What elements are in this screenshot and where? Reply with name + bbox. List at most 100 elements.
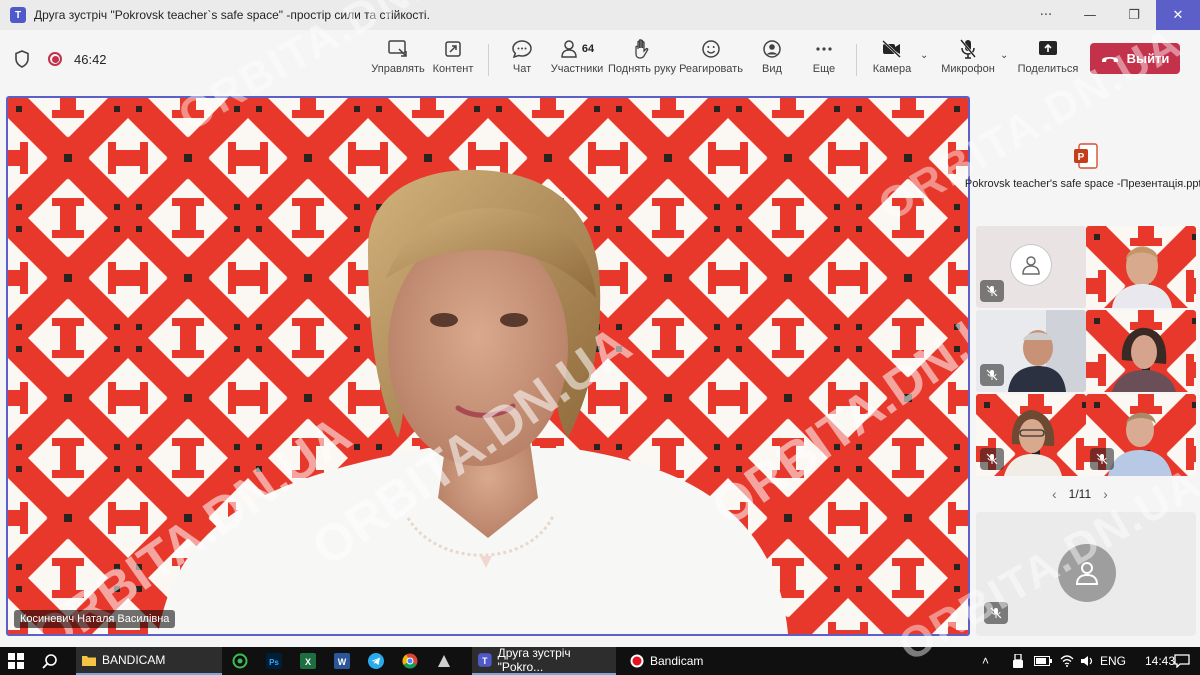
windows-logo-icon xyxy=(8,653,24,669)
view-button[interactable]: Вид xyxy=(758,38,786,82)
bandicam-record-icon xyxy=(630,654,644,668)
shared-content-card[interactable]: P Pokrovsk teacher's safe space -Презент… xyxy=(965,96,1200,222)
manage-button[interactable]: Управлять xyxy=(371,38,425,82)
chat-button[interactable]: Чат xyxy=(506,38,538,82)
teams-logo-icon: T xyxy=(10,7,26,23)
input-language-indicator[interactable]: ENG xyxy=(1100,647,1126,675)
battery-icon[interactable] xyxy=(1034,647,1052,675)
notifications-icon[interactable] xyxy=(1174,647,1190,675)
volume-icon[interactable] xyxy=(1080,647,1094,675)
pager-prev-button[interactable]: ‹ xyxy=(1052,486,1057,502)
taskbar-search-button[interactable] xyxy=(42,647,58,675)
taskbar-app-telegram[interactable] xyxy=(362,647,390,675)
participant-tile[interactable] xyxy=(1086,310,1196,392)
microphone-button[interactable]: Микрофон xyxy=(940,38,996,82)
window-close-button[interactable]: ✕ xyxy=(1156,0,1200,30)
start-button[interactable] xyxy=(8,647,24,675)
taskbar-app-photoshop[interactable]: Ps xyxy=(260,647,288,675)
taskbar-clock[interactable]: 14:43 xyxy=(1145,647,1175,675)
chat-label: Чат xyxy=(512,63,532,75)
participants-count: 64 xyxy=(581,43,595,55)
taskbar-item-label: BANDICAM xyxy=(102,653,166,667)
taskbar-app-chrome-canary[interactable] xyxy=(226,647,254,675)
taskbar-bandicam-app[interactable]: Bandicam xyxy=(624,647,734,675)
main-speaker-video[interactable]: ORBITA.DN.UA ORBITA.DN.UA ORBITA.DN.UA К… xyxy=(6,96,970,636)
word-icon: W xyxy=(334,653,350,669)
svg-text:W: W xyxy=(338,657,347,667)
content-share-icon xyxy=(445,41,461,57)
toolbar-divider xyxy=(856,44,857,76)
telegram-icon xyxy=(368,653,384,669)
search-icon xyxy=(42,654,57,669)
window-minimize-button[interactable]: — xyxy=(1068,0,1112,30)
participant-tile[interactable] xyxy=(1086,394,1196,476)
phone-hangup-icon xyxy=(1101,56,1118,62)
mic-muted-icon xyxy=(984,602,1008,624)
participant-tile[interactable] xyxy=(976,394,1086,476)
participant-tile[interactable] xyxy=(1086,226,1196,308)
taskbar-app-generic[interactable] xyxy=(430,647,458,675)
taskbar-app-chrome[interactable] xyxy=(396,647,424,675)
share-button[interactable]: Поделиться xyxy=(1018,38,1078,82)
green-circle-app-icon xyxy=(232,653,248,669)
app-icon xyxy=(438,655,450,667)
participant-tile[interactable] xyxy=(976,226,1086,308)
svg-text:X: X xyxy=(305,657,311,667)
taskbar-app-word[interactable]: W xyxy=(328,647,356,675)
chat-icon xyxy=(512,40,532,59)
microphone-label: Микрофон xyxy=(941,63,995,75)
window-controls: ··· — ❐ ✕ xyxy=(1024,0,1200,30)
excel-icon: X xyxy=(300,653,316,669)
react-button[interactable]: Реагировать xyxy=(679,38,743,82)
mic-muted-icon xyxy=(1090,448,1114,470)
more-label: Еще xyxy=(812,63,836,75)
participant-tile[interactable] xyxy=(976,310,1086,392)
react-label: Реагировать xyxy=(679,63,743,75)
toolbar-divider xyxy=(488,44,489,76)
tray-overflow-chevron-icon[interactable]: ˄ xyxy=(982,647,989,675)
usb-tray-icon[interactable] xyxy=(1012,647,1024,675)
recording-indicator-icon xyxy=(48,52,62,66)
leave-label: Выйти xyxy=(1126,51,1170,66)
content-button[interactable]: Контент xyxy=(432,38,474,82)
chrome-icon xyxy=(402,653,418,669)
self-view-tile[interactable] xyxy=(976,512,1196,636)
window-titlebar: T Друга зустріч "Pokrovsk teacher`s safe… xyxy=(0,0,1200,30)
participants-icon xyxy=(561,40,577,58)
taskbar-bandicam-folder[interactable]: BANDICAM xyxy=(76,647,222,675)
leave-button[interactable]: Выйти xyxy=(1090,43,1180,74)
microphone-off-icon xyxy=(960,39,976,59)
wifi-icon[interactable] xyxy=(1060,647,1074,675)
self-avatar xyxy=(1058,544,1116,602)
raise-hand-icon xyxy=(635,39,649,59)
participant-video xyxy=(1086,310,1196,392)
pager-text: 1/11 xyxy=(1068,487,1092,501)
teams-icon: T xyxy=(478,653,492,667)
window-restore-button[interactable]: ❐ xyxy=(1112,0,1156,30)
meeting-timer: 46:42 xyxy=(74,51,107,67)
view-label: Вид xyxy=(762,63,782,75)
windows-taskbar: BANDICAM Ps X W T Друга зустріч "Pokro..… xyxy=(0,646,1200,675)
content-label: Контент xyxy=(432,63,474,75)
share-screen-icon xyxy=(1039,41,1057,55)
more-button[interactable]: Еще xyxy=(810,38,838,82)
meeting-toolbar: 46:42 Управлять Контент Чат 64 Участники… xyxy=(0,30,1200,88)
svg-text:P: P xyxy=(1078,152,1085,163)
taskbar-teams-meeting[interactable]: T Друга зустріч "Pokro... xyxy=(472,646,616,675)
microphone-options-chevron-icon[interactable]: ⌄ xyxy=(1000,50,1008,61)
pager-next-button[interactable]: › xyxy=(1103,486,1108,502)
camera-button[interactable]: Камера xyxy=(872,38,912,82)
person-icon xyxy=(1075,562,1099,585)
smiley-icon xyxy=(702,40,720,58)
camera-off-icon xyxy=(882,40,901,58)
window-more-button[interactable]: ··· xyxy=(1024,0,1068,30)
camera-label: Камера xyxy=(872,63,912,75)
view-icon xyxy=(763,40,781,58)
avatar xyxy=(1010,244,1052,286)
participants-button[interactable]: 64 Участники xyxy=(551,38,603,82)
raise-hand-label: Поднять руку xyxy=(608,63,676,75)
raise-hand-button[interactable]: Поднять руку xyxy=(608,38,676,82)
person-icon xyxy=(1022,256,1040,275)
camera-options-chevron-icon[interactable]: ⌄ xyxy=(920,50,928,61)
taskbar-app-excel[interactable]: X xyxy=(294,647,322,675)
